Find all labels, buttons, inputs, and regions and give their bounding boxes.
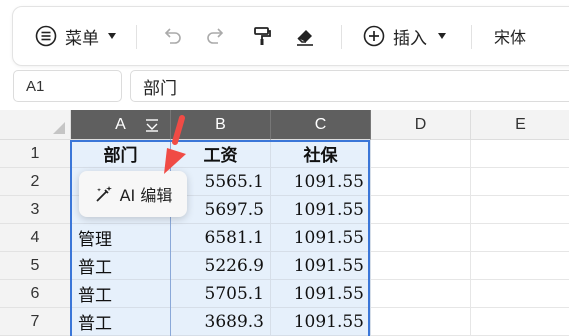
format-painter-icon bbox=[254, 27, 271, 45]
insert-label: 插入 bbox=[393, 28, 427, 49]
cell-d5[interactable] bbox=[371, 252, 471, 280]
red-arrow-annotation bbox=[164, 115, 186, 174]
row-header-1[interactable]: 1 bbox=[0, 140, 71, 168]
cell-e5[interactable] bbox=[471, 252, 569, 280]
cell-d6[interactable] bbox=[371, 280, 471, 308]
font-family-value: 宋体 bbox=[494, 28, 527, 47]
spreadsheet-grid: A B C D E 1 部门 工资 社保 2 5565.1 1091.55 3 … bbox=[0, 110, 569, 336]
format-painter-button[interactable] bbox=[251, 7, 273, 65]
redo-icon bbox=[207, 28, 224, 44]
caret-down-icon bbox=[108, 33, 116, 39]
cell-a6[interactable]: 普工 bbox=[71, 280, 171, 308]
cell-a5[interactable]: 普工 bbox=[71, 252, 171, 280]
column-header-a[interactable]: A bbox=[71, 110, 171, 140]
cell-c3[interactable]: 1091.55 bbox=[271, 196, 371, 224]
cell-a7[interactable]: 普工 bbox=[71, 308, 171, 336]
insert-button[interactable]: 插入 bbox=[363, 7, 447, 65]
caret-down-icon bbox=[438, 33, 446, 39]
toolbar-divider bbox=[341, 25, 342, 49]
clear-format-button[interactable] bbox=[294, 7, 316, 65]
row-header-7[interactable]: 7 bbox=[0, 308, 71, 336]
row-header-2[interactable]: 2 bbox=[0, 168, 71, 196]
column-header-d[interactable]: D bbox=[371, 110, 471, 140]
select-all-triangle-icon bbox=[53, 122, 65, 134]
formula-input[interactable]: 部门 bbox=[130, 70, 569, 102]
menu-label: 菜单 bbox=[65, 28, 99, 49]
cell-c7[interactable]: 1091.55 bbox=[271, 308, 371, 336]
ai-edit-label: AI 编辑 bbox=[119, 186, 173, 205]
font-family-select[interactable]: 宋体 bbox=[494, 7, 526, 65]
redo-button[interactable] bbox=[205, 7, 227, 65]
select-all-corner[interactable] bbox=[0, 110, 71, 140]
undo-icon bbox=[164, 28, 181, 44]
cell-e6[interactable] bbox=[471, 280, 569, 308]
column-header-label: D bbox=[414, 115, 427, 133]
row-header-5[interactable]: 5 bbox=[0, 252, 71, 280]
cell-c5[interactable]: 1091.55 bbox=[271, 252, 371, 280]
menu-icon bbox=[35, 25, 57, 47]
cell-b7[interactable]: 3689.3 bbox=[171, 308, 271, 336]
eraser-icon bbox=[297, 30, 313, 46]
cell-e3[interactable] bbox=[471, 196, 569, 224]
cell-d2[interactable] bbox=[371, 168, 471, 196]
column-header-c[interactable]: C bbox=[271, 110, 371, 140]
cell-d1[interactable] bbox=[371, 140, 471, 168]
cell-e2[interactable] bbox=[471, 168, 569, 196]
cell-reference-box[interactable]: A1 bbox=[13, 70, 122, 102]
toolbar-divider bbox=[471, 25, 472, 49]
cell-e7[interactable] bbox=[471, 308, 569, 336]
column-header-label: E bbox=[515, 115, 526, 133]
cell-d3[interactable] bbox=[371, 196, 471, 224]
cell-c4[interactable]: 1091.55 bbox=[271, 224, 371, 252]
cell-c2[interactable]: 1091.55 bbox=[271, 168, 371, 196]
cell-c1[interactable]: 社保 bbox=[271, 140, 371, 168]
cell-a1[interactable]: 部门 bbox=[71, 140, 171, 168]
column-header-label: B bbox=[215, 115, 226, 133]
cell-d4[interactable] bbox=[371, 224, 471, 252]
column-header-label: C bbox=[314, 115, 327, 133]
plus-circle-icon bbox=[363, 25, 385, 47]
magic-wand-icon bbox=[95, 186, 112, 202]
row-header-6[interactable]: 6 bbox=[0, 280, 71, 308]
undo-button[interactable] bbox=[161, 7, 183, 65]
row-header-3[interactable]: 3 bbox=[0, 196, 71, 224]
cell-b6[interactable]: 5705.1 bbox=[171, 280, 271, 308]
cell-a4[interactable]: 管理 bbox=[71, 224, 171, 252]
toolbar: 菜单 插入 宋体 bbox=[12, 6, 569, 66]
column-header-label: A bbox=[115, 115, 126, 133]
column-header-e[interactable]: E bbox=[471, 110, 569, 140]
cell-b4[interactable]: 6581.1 bbox=[171, 224, 271, 252]
cell-e1[interactable] bbox=[471, 140, 569, 168]
cell-c6[interactable]: 1091.55 bbox=[271, 280, 371, 308]
row-header-4[interactable]: 4 bbox=[0, 224, 71, 252]
cell-d7[interactable] bbox=[371, 308, 471, 336]
toolbar-divider bbox=[136, 25, 137, 49]
cell-e4[interactable] bbox=[471, 224, 569, 252]
cell-b5[interactable]: 5226.9 bbox=[171, 252, 271, 280]
menu-button[interactable]: 菜单 bbox=[35, 7, 117, 65]
